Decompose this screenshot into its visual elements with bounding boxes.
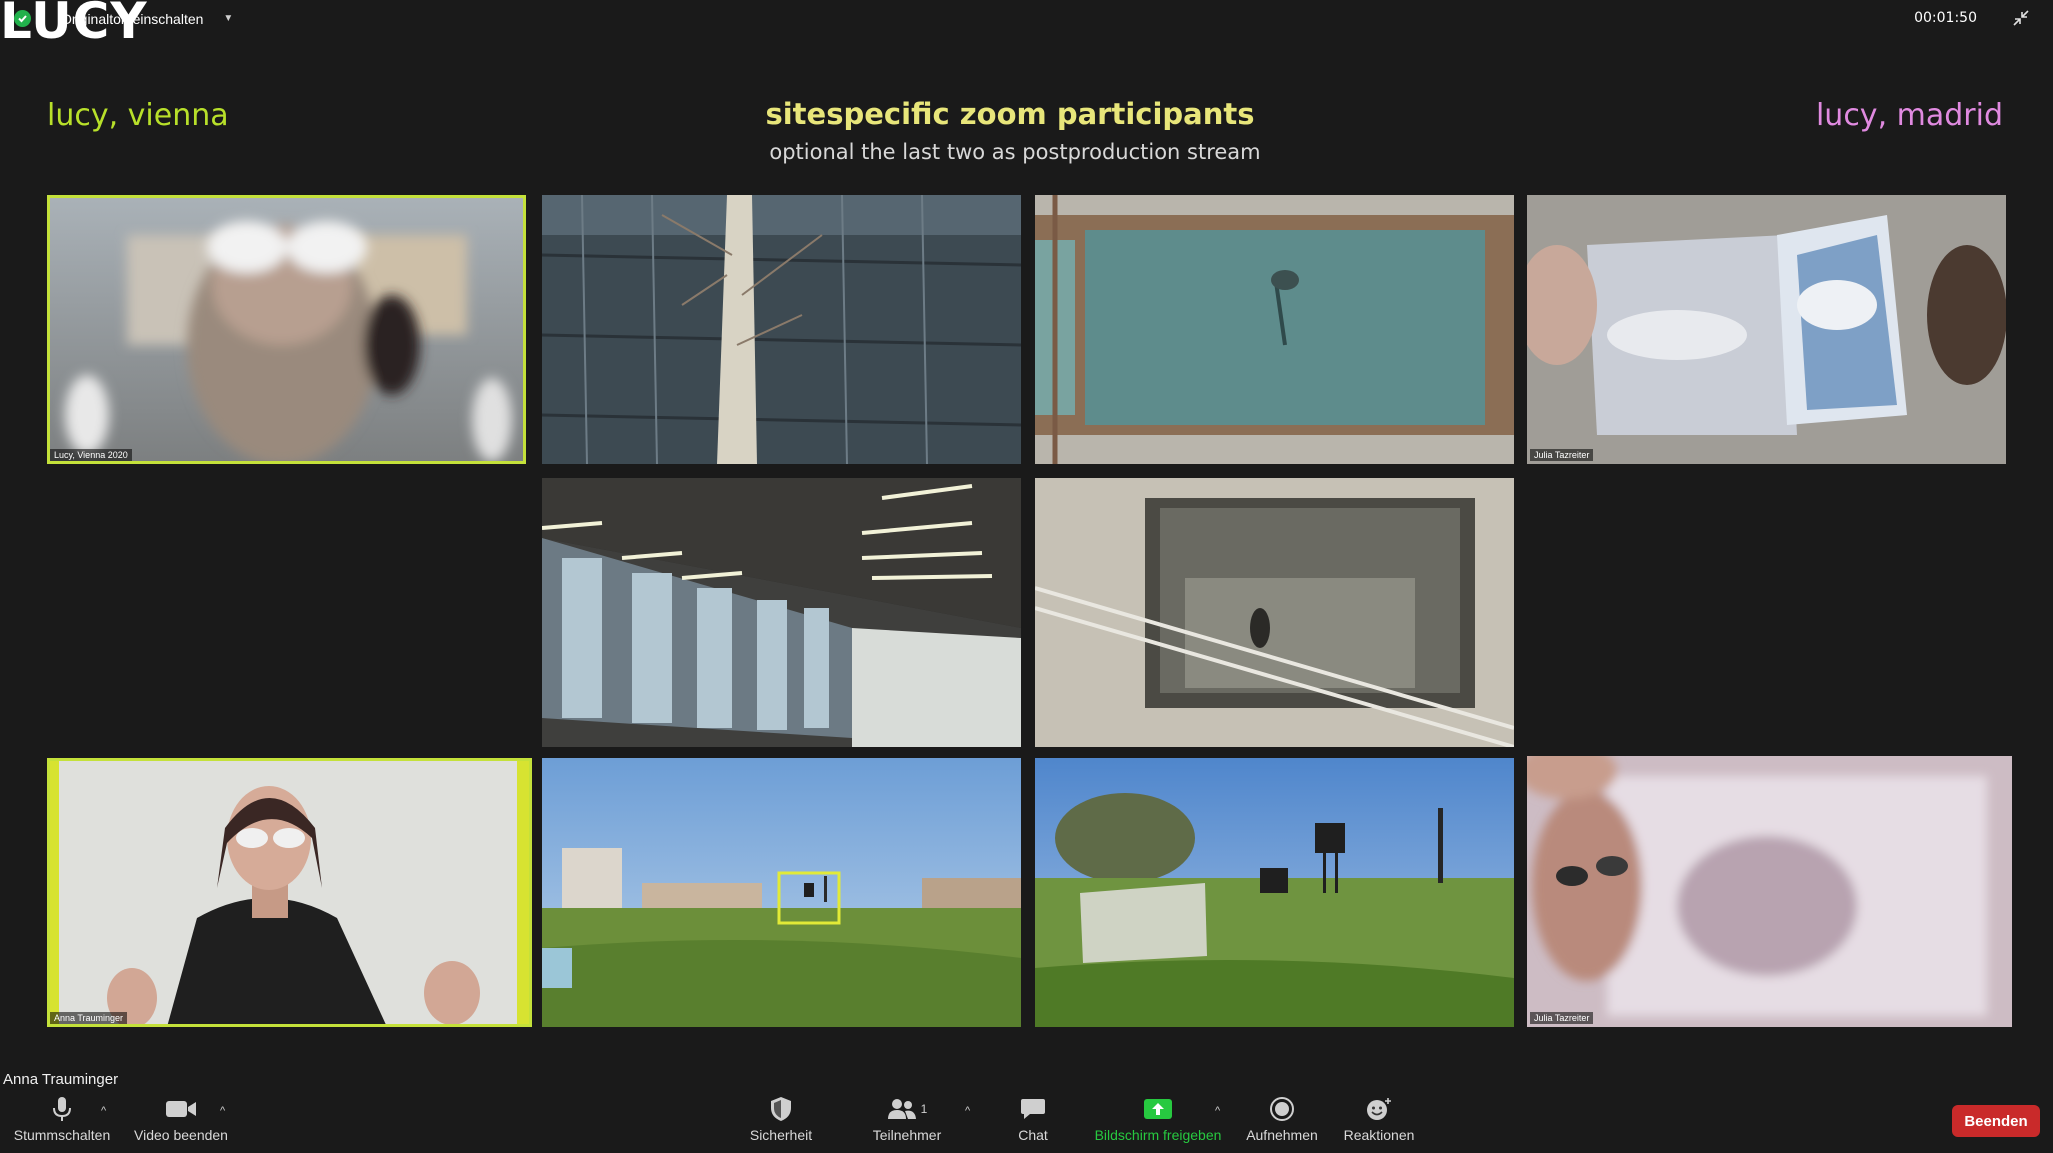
- chat-label: Chat: [1018, 1127, 1048, 1143]
- participants-count: 1: [920, 1102, 928, 1116]
- record-label: Aufnehmen: [1246, 1127, 1318, 1143]
- reactions-button[interactable]: Reaktionen: [1334, 1093, 1424, 1153]
- smiley-icon: [1365, 1093, 1393, 1125]
- chevron-up-icon[interactable]: ^: [101, 1105, 106, 1117]
- meeting-timer: 00:01:50: [1914, 10, 1977, 26]
- microphone-icon: [51, 1093, 73, 1125]
- participants-label: Teilnehmer: [872, 1127, 942, 1143]
- video-feed: [542, 758, 1021, 1027]
- video-tile-julia-plastic[interactable]: Julia Tazreiter: [1527, 756, 2012, 1027]
- video-feed: [47, 758, 532, 1027]
- shield-icon: [769, 1093, 793, 1125]
- page-title: sitespecific zoom participants: [765, 97, 1255, 131]
- meeting-toolbar: Stummschalten ^ Video beenden ^ Sicherhe…: [0, 1093, 2053, 1153]
- video-feed: [1527, 756, 2012, 1027]
- share-screen-icon: [1143, 1093, 1173, 1125]
- exit-fullscreen-icon[interactable]: [2011, 8, 2031, 28]
- video-feed: [1035, 758, 1514, 1027]
- chat-button[interactable]: Chat: [1000, 1093, 1066, 1153]
- chat-icon: [1020, 1093, 1046, 1125]
- video-tile-facade-tree[interactable]: [542, 195, 1021, 464]
- chevron-up-icon[interactable]: ^: [220, 1105, 225, 1117]
- video-tile-railing-window[interactable]: [1035, 478, 1514, 747]
- video-tile-anna-trauminger[interactable]: Anna Trauminger: [47, 758, 532, 1027]
- page-subtitle: optional the last two as postproduction …: [769, 140, 1261, 164]
- video-tile-field-overlay[interactable]: [1035, 758, 1514, 1027]
- security-button[interactable]: Sicherheit: [740, 1093, 822, 1153]
- chevron-up-icon[interactable]: ^: [1215, 1105, 1220, 1117]
- video-label: Video beenden: [134, 1127, 228, 1143]
- participant-name-tag: Julia Tazreiter: [1530, 1012, 1594, 1024]
- participant-name-tag: Anna Trauminger: [50, 1012, 128, 1024]
- video-feed: [1035, 195, 1514, 464]
- active-speaker-name: Anna Trauminger: [3, 1071, 119, 1088]
- video-tile-window-reflection[interactable]: [1035, 195, 1514, 464]
- lucy-logo: LUCY: [0, 0, 148, 50]
- video-feed: [1035, 478, 1514, 747]
- record-button[interactable]: Aufnehmen: [1238, 1093, 1326, 1153]
- chevron-down-icon[interactable]: ▼: [223, 13, 233, 24]
- video-feed: [542, 195, 1021, 464]
- share-screen-button[interactable]: Bildschirm freigeben: [1085, 1093, 1231, 1153]
- stop-video-button[interactable]: Video beenden: [130, 1093, 232, 1153]
- participant-name-tag: Lucy, Vienna 2020: [50, 449, 132, 461]
- mute-button[interactable]: Stummschalten: [10, 1093, 114, 1153]
- share-screen-label: Bildschirm freigeben: [1094, 1127, 1222, 1143]
- end-meeting-button[interactable]: Beenden: [1952, 1105, 2040, 1137]
- video-tile-lucy-vienna[interactable]: Lucy, Vienna 2020: [47, 195, 526, 464]
- chevron-up-icon[interactable]: ^: [965, 1105, 970, 1117]
- security-label: Sicherheit: [749, 1127, 813, 1143]
- video-feed: [542, 478, 1021, 747]
- madrid-label: lucy, madrid: [1815, 98, 2003, 133]
- top-bar: Originalton einschalten ▼ LUCY 00:01:50: [0, 0, 2053, 50]
- video-tile-office-ceiling[interactable]: [542, 478, 1021, 747]
- video-tile-field-water-tower[interactable]: [542, 758, 1021, 1027]
- participants-button[interactable]: 1 Teilnehmer: [862, 1093, 952, 1153]
- video-feed: [1527, 195, 2006, 464]
- reactions-label: Reaktionen: [1343, 1127, 1415, 1143]
- video-tile-julia-sky-mirror[interactable]: Julia Tazreiter: [1527, 195, 2006, 464]
- video-feed: [47, 195, 526, 464]
- participant-name-tag: Julia Tazreiter: [1530, 449, 1594, 461]
- participants-icon: 1: [887, 1093, 928, 1125]
- mute-label: Stummschalten: [13, 1127, 111, 1143]
- record-icon: [1269, 1093, 1295, 1125]
- camera-icon: [165, 1093, 197, 1125]
